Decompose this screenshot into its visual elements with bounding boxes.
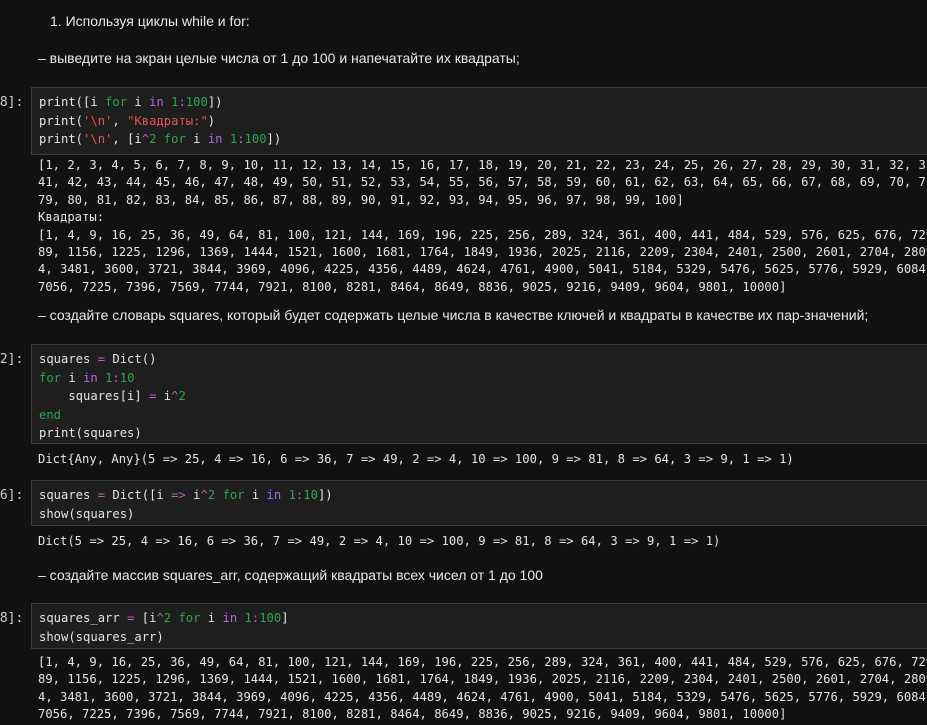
cell-output: [1, 4, 9, 16, 25, 36, 49, 64, 81, 100, 1… bbox=[38, 654, 927, 724]
cell-prompt: 68]: bbox=[0, 95, 24, 110]
output-line: Dict(5 => 25, 4 => 16, 6 => 36, 7 => 49,… bbox=[38, 534, 721, 548]
output-line: 41, 42, 43, 44, 45, 46, 47, 48, 49, 50, … bbox=[38, 175, 927, 190]
output-line: 89, 1156, 1225, 1296, 1369, 1444, 1521, … bbox=[38, 245, 927, 260]
markdown-task-dict: – создайте словарь squares, который буде… bbox=[38, 307, 869, 323]
output-line: [1, 2, 3, 4, 5, 6, 7, 8, 9, 10, 11, 12, … bbox=[38, 158, 927, 172]
cell-prompt: 68]: bbox=[0, 611, 24, 626]
code-cell[interactable]: squares_arr = [i^2 for i in 1:100] show(… bbox=[31, 603, 927, 649]
cell-output: [1, 2, 3, 4, 5, 6, 7, 8, 9, 10, 11, 12, … bbox=[38, 157, 927, 296]
output-line: 89, 1156, 1225, 1296, 1369, 1444, 1521, … bbox=[38, 672, 927, 687]
output-line: 7056, 7225, 7396, 7569, 7744, 7921, 8100… bbox=[38, 279, 787, 294]
output-line: 4, 3481, 3600, 3721, 3844, 3969, 4096, 4… bbox=[38, 262, 927, 277]
code-cell[interactable]: print([i for i in 1:100]) print('\n', "К… bbox=[31, 87, 927, 155]
markdown-heading: 1. Используя циклы while и for: bbox=[50, 13, 250, 29]
code-cell[interactable]: squares = Dict([i => i^2 for i in 1:10])… bbox=[31, 480, 927, 526]
code-line: squares_arr = [i^2 for i in 1:100] bbox=[39, 611, 289, 625]
cell-output: Dict{Any, Any}(5 => 25, 4 => 16, 6 => 36… bbox=[38, 451, 927, 468]
code-line: squares = Dict() bbox=[39, 352, 157, 366]
code-line: print([i for i in 1:100]) bbox=[39, 95, 223, 109]
code-line: print('\n', [i^2 for i in 1:100]) bbox=[39, 132, 282, 146]
code-line: show(squares_arr) bbox=[39, 629, 164, 644]
output-line: 7056, 7225, 7396, 7569, 7744, 7921, 8100… bbox=[38, 707, 787, 722]
code-cell[interactable]: squares = Dict() for i in 1:10 squares[i… bbox=[31, 344, 927, 444]
output-line: Dict{Any, Any}(5 => 25, 4 => 16, 6 => 36… bbox=[38, 452, 794, 466]
code-line: for i in 1:10 bbox=[39, 370, 135, 385]
output-line: [1, 4, 9, 16, 25, 36, 49, 64, 81, 100, 1… bbox=[38, 655, 927, 669]
output-line: [1, 4, 9, 16, 25, 36, 49, 64, 81, 100, 1… bbox=[38, 227, 927, 242]
cell-output: Dict(5 => 25, 4 => 16, 6 => 36, 7 => 49,… bbox=[38, 533, 927, 550]
output-line: 79, 80, 81, 82, 83, 84, 85, 86, 87, 88, … bbox=[38, 192, 684, 207]
markdown-task-print-squares: – выведите на экран целые числа от 1 до … bbox=[38, 50, 520, 66]
code-line: show(squares) bbox=[39, 506, 135, 521]
markdown-task-array: – создайте массив squares_arr, содержащи… bbox=[38, 567, 543, 583]
code-line: squares = Dict([i => i^2 for i in 1:10]) bbox=[39, 488, 333, 502]
code-line: print(squares) bbox=[39, 426, 142, 440]
code-line: end bbox=[39, 407, 62, 422]
cell-prompt: 62]: bbox=[0, 352, 24, 367]
output-line: 4, 3481, 3600, 3721, 3844, 3969, 4096, 4… bbox=[38, 689, 927, 704]
cell-prompt: 66]: bbox=[0, 488, 24, 503]
code-line: print('\n', "Квадраты:") bbox=[39, 113, 216, 128]
output-line: Квадраты: bbox=[38, 210, 105, 225]
code-line: squares[i] = i^2 bbox=[39, 389, 186, 403]
